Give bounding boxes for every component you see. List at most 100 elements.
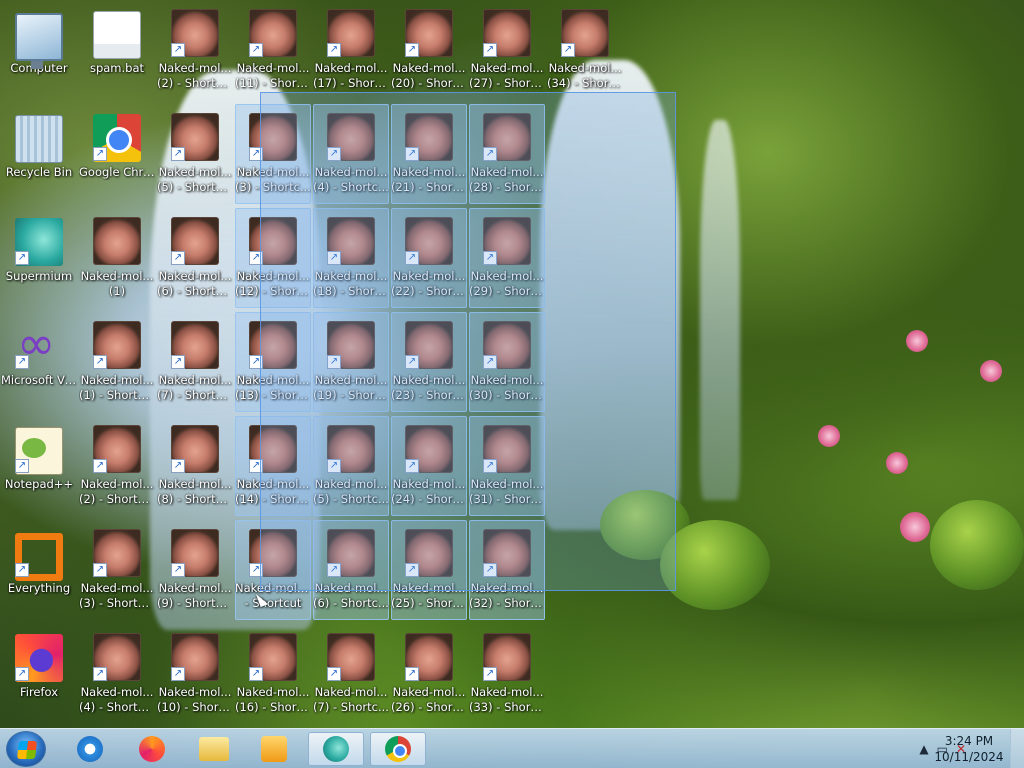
icon-label-line: (9) - Shortcut — [157, 596, 233, 610]
mole-rat-thumbnail: ↗ — [93, 321, 141, 369]
shortcut-arrow-icon: ↗ — [483, 43, 497, 57]
shortcut-arrow-icon: ↗ — [483, 667, 497, 681]
shortcut-arrow-icon: ↗ — [93, 459, 107, 473]
icon-label-line: Naked-mol... — [314, 61, 388, 75]
icon-label-line: Naked-mol... — [158, 477, 232, 491]
clock-time: 3:24 PM — [944, 734, 994, 748]
desktop-icon-naked-mole-rat[interactable]: ↗ Naked-mol... (11) - Short... — [235, 0, 311, 100]
icon-label: Naked-mol... (27) - Short... — [469, 61, 545, 91]
icon-label-line: (26) - Short... — [391, 700, 467, 714]
supermium-icon — [323, 736, 349, 762]
shortcut-arrow-icon: ↗ — [171, 459, 185, 473]
icon-label-line: Naked-mol... — [236, 61, 310, 75]
desktop-icon-chrome[interactable]: ↗ Google Chrome — [79, 104, 155, 204]
mole-rat-thumbnail: ↗ — [93, 633, 141, 681]
desktop-icon-naked-mole-rat[interactable]: ↗ Naked-mol... (1) - Shortcut — [79, 312, 155, 412]
desktop-icon-naked-mole-rat[interactable]: ↗ Naked-mol... (2) - Shortcut — [79, 416, 155, 516]
icon-label: spam.bat — [79, 61, 155, 76]
desktop-icon-computer[interactable]: Computer — [1, 0, 77, 100]
desktop-icon-naked-mole-rat[interactable]: ↗ Naked-mol... (2) - Shortcut — [157, 0, 233, 100]
desktop-icon-naked-mole-rat[interactable]: ↗ Naked-mol... (27) - Short... — [469, 0, 545, 100]
icon-label-line: Naked-mol... — [236, 685, 310, 699]
taskbar-media-player-button[interactable] — [246, 732, 302, 766]
icon-label: Notepad++ — [1, 477, 77, 492]
flower-2 — [980, 360, 1002, 382]
icon-label: Naked-mol... (8) - Shortcut — [157, 477, 233, 507]
visual-studio-icon: ↗ — [15, 316, 63, 370]
desktop-icon-supermium[interactable]: ↗ Supermium — [1, 208, 77, 308]
icon-label: Naked-mol... (9) - Shortcut — [157, 581, 233, 611]
mole-rat-thumbnail: ↗ — [483, 9, 531, 57]
desktop-icon-naked-mole-rat[interactable]: ↗ Naked-mol... (8) - Shortcut — [157, 416, 233, 516]
file-explorer-icon — [199, 737, 229, 761]
icon-label-line: Google Chrome — [79, 165, 155, 179]
icon-label-line: (3) - Shortcut — [79, 596, 155, 610]
shortcut-arrow-icon: ↗ — [405, 43, 419, 57]
icon-label-line: Naked-mol... — [392, 685, 466, 699]
desktop-icon-naked-mole-rat[interactable]: ↗ Naked-mol... (7) - Shortc... — [313, 624, 389, 724]
desktop-icon-naked-mole-rat[interactable]: ↗ Naked-mol... (17) - Short... — [313, 0, 389, 100]
desktop-icon-naked-mole-rat[interactable]: ↗ Naked-mol... (16) - Short... — [235, 624, 311, 724]
shortcut-arrow-icon: ↗ — [15, 355, 29, 369]
icon-label-line: Firefox — [19, 685, 59, 699]
desktop-icon-naked-mole-rat[interactable]: ↗ Naked-mol... (7) - Shortcut — [157, 312, 233, 412]
icon-label-line: Naked-mol... — [158, 373, 232, 387]
tray-overflow-arrow-icon[interactable]: ▲ — [919, 742, 928, 756]
mole-rat-thumbnail: ↗ — [93, 425, 141, 473]
icon-label-line: (2) - Shortcut — [79, 492, 155, 506]
shortcut-arrow-icon: ↗ — [171, 147, 185, 161]
desktop-icon-naked-mole-rat[interactable]: ↗ Naked-mol... (9) - Shortcut — [157, 520, 233, 620]
icon-label-line: (11) - Short... — [235, 76, 311, 90]
icon-label: Naked-mol... (20) - Short... — [391, 61, 467, 91]
icon-label-line: (27) - Short... — [469, 76, 545, 90]
icon-label: Google Chrome — [79, 165, 155, 180]
shortcut-arrow-icon: ↗ — [405, 667, 419, 681]
icon-label-line: (20) - Short... — [391, 76, 467, 90]
recycle-bin-icon — [15, 113, 63, 163]
taskbar-supermium-button[interactable] — [308, 732, 364, 766]
icon-label: Naked-mol... (6) - Shortcut — [157, 269, 233, 299]
start-button[interactable] — [6, 731, 46, 767]
icon-label: Naked-mol... (10) - Short... — [157, 685, 233, 715]
desktop-icon-naked-mole-rat[interactable]: ↗ Naked-mol... (3) - Shortcut — [79, 520, 155, 620]
shortcut-arrow-icon: ↗ — [171, 667, 185, 681]
taskbar-chrome-button[interactable] — [370, 732, 426, 766]
icon-label-line: (17) - Short... — [313, 76, 389, 90]
computer-icon — [15, 9, 63, 69]
desktop-icon-naked-mole-rat[interactable]: ↗ Naked-mol... (34) - Short... — [547, 0, 623, 100]
desktop-icon-firefox[interactable]: ↗ Firefox — [1, 624, 77, 724]
desktop-icon-batch-file[interactable]: spam.bat — [79, 0, 155, 100]
selection-rectangle — [260, 92, 676, 591]
desktop-icon-visual-studio[interactable]: ↗Microsoft Visual Stud... — [1, 312, 77, 412]
desktop-icon-naked-mole-rat[interactable]: ↗ Naked-mol... (4) - Shortcut — [79, 624, 155, 724]
show-desktop-button[interactable] — [1010, 729, 1024, 768]
taskbar-firefox-button[interactable] — [124, 732, 180, 766]
desktop-icon-naked-mole-rat[interactable]: ↗ Naked-mol... (5) - Shortcut — [157, 104, 233, 204]
desktop-icon-naked-mole-rat[interactable]: ↗ Naked-mol... (6) - Shortcut — [157, 208, 233, 308]
computer-icon-image — [15, 13, 63, 69]
mole-rat-thumbnail: ↗ — [171, 425, 219, 473]
clock-date: 10/11/2024 — [934, 750, 1004, 764]
mole-rat-thumbnail: ↗ — [561, 9, 609, 57]
desktop-icon-naked-mole-rat[interactable]: ↗ Naked-mol... (26) - Short... — [391, 624, 467, 724]
media-player-icon — [261, 736, 287, 762]
taskbar-internet-explorer-button[interactable] — [62, 732, 118, 766]
desktop-icon-naked-mole-rat[interactable]: ↗ Naked-mol... (33) - Short... — [469, 624, 545, 724]
desktop-icon-naked-mole-rat[interactable]: ↗ Naked-mol... (10) - Short... — [157, 624, 233, 724]
desktop-icon-recycle-bin[interactable]: Recycle Bin — [1, 104, 77, 204]
icon-label-line: (34) - Short... — [547, 76, 623, 90]
moss-rock-2 — [660, 520, 770, 610]
icon-label-line: (4) - Shortcut — [79, 700, 155, 714]
shortcut-arrow-icon: ↗ — [171, 251, 185, 265]
desktop-icon-everything[interactable]: ↗ Everything — [1, 520, 77, 620]
icon-label-line: (5) - Shortcut — [157, 180, 233, 194]
desktop-icon-notepad-plus-plus[interactable]: ↗ Notepad++ — [1, 416, 77, 516]
icon-label-line: Recycle Bin — [5, 165, 73, 179]
desktop-icon-naked-mole-rat[interactable]: ↗ Naked-mol... (20) - Short... — [391, 0, 467, 100]
icon-label-line: - Shortcut — [244, 596, 302, 610]
clock[interactable]: 3:24 PM 10/11/2024 — [934, 733, 1004, 765]
internet-explorer-icon — [77, 736, 103, 762]
desktop-icon-naked-mole-rat[interactable]: Naked-mol... (1) — [79, 208, 155, 308]
taskbar-file-explorer-button[interactable] — [186, 732, 242, 766]
icon-label: Naked-mol... (3) - Shortcut — [79, 581, 155, 611]
